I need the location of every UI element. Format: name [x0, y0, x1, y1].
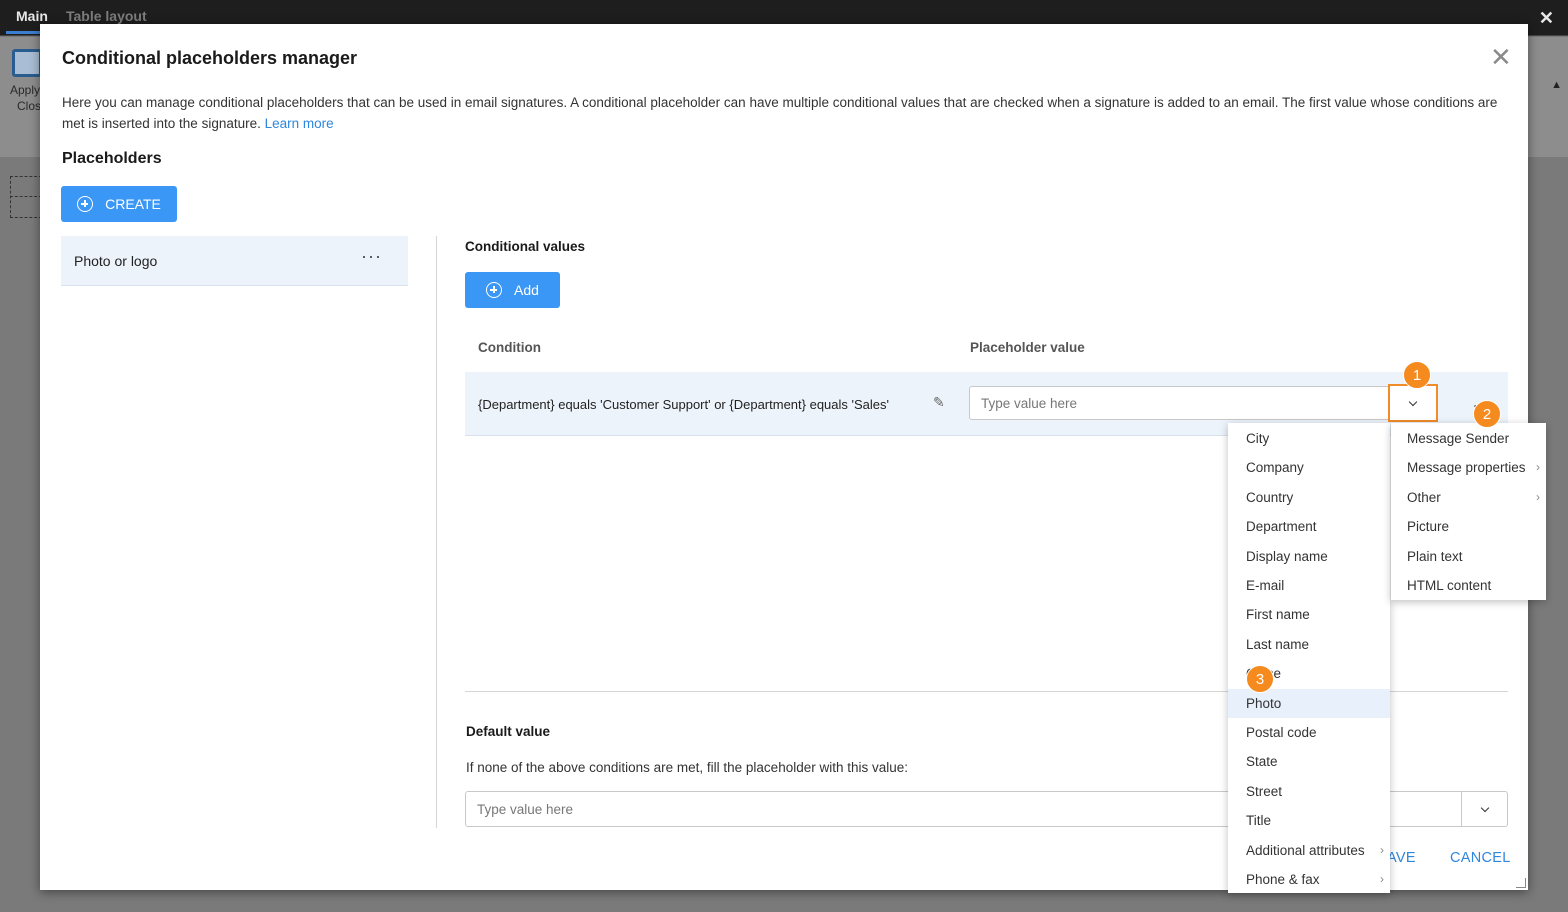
menu-item-department[interactable]: Department — [1228, 512, 1390, 541]
categories-menu: Message Sender Message properties › Other › P… — [1391, 423, 1546, 600]
close-icon[interactable]: ✕ — [1490, 44, 1512, 70]
cancel-button[interactable]: CANCEL — [1450, 850, 1511, 866]
menu-item-label: First name — [1246, 607, 1310, 623]
menu-item-label: Street — [1246, 783, 1283, 799]
menu-item-label: Message Sender — [1407, 431, 1510, 446]
app-placeholder-divider — [10, 196, 42, 197]
condition-text: {Department} equals 'Customer Support' o… — [478, 397, 889, 412]
app-close-icon[interactable]: ✕ — [1539, 8, 1554, 29]
menu-item-state[interactable]: State — [1228, 747, 1390, 776]
menu-item-label: Title — [1246, 813, 1272, 829]
menu-item-other[interactable]: Other › — [1391, 483, 1546, 512]
tab-table-layout[interactable]: Table layout — [66, 8, 147, 24]
menu-item-city[interactable]: City — [1228, 424, 1390, 453]
resize-grip-icon[interactable] — [1516, 878, 1526, 888]
menu-item-company[interactable]: Company — [1228, 453, 1390, 482]
menu-item-postal-code[interactable]: Postal code — [1228, 718, 1390, 747]
learn-more-link[interactable]: Learn more — [265, 116, 334, 131]
ribbon-apply-label: Apply — [10, 83, 41, 97]
menu-item-label: Display name — [1246, 548, 1328, 564]
menu-item-label: Department — [1246, 519, 1317, 535]
placeholders-title: Placeholders — [62, 150, 162, 167]
attributes-menu: City Company Country Department Display name… — [1228, 423, 1390, 893]
dialog-description: Here you can manage conditional placehol… — [62, 92, 1502, 134]
tab-main[interactable]: Main — [6, 8, 58, 34]
menu-item-label: E-mail — [1246, 578, 1285, 593]
menu-item-label: State — [1246, 754, 1278, 770]
app-placeholder-box — [10, 176, 42, 218]
menu-item-first-name[interactable]: First name — [1228, 600, 1390, 629]
menu-item-message-properties[interactable]: Message properties › — [1391, 453, 1546, 482]
menu-item-label: Plain text — [1407, 548, 1463, 564]
default-value-title: Default value — [466, 724, 551, 739]
value-dropdown-button[interactable] — [1388, 384, 1438, 422]
menu-item-label: Country — [1246, 489, 1294, 505]
menu-item-label: HTML content — [1407, 578, 1492, 593]
menu-item-message-sender[interactable]: Message Sender — [1391, 424, 1546, 453]
save-button[interactable]: AVE — [1387, 850, 1416, 866]
menu-item-picture[interactable]: Picture — [1391, 512, 1546, 541]
add-label: Add — [514, 282, 539, 298]
menu-item-last-name[interactable]: Last name — [1228, 630, 1390, 659]
step-badge-1: 1 — [1403, 361, 1431, 389]
more-options-icon[interactable]: ··· — [361, 246, 382, 267]
step-badge-2: 2 — [1473, 400, 1501, 428]
chevron-right-icon: › — [1536, 460, 1540, 475]
ribbon-close-label: Clos — [17, 99, 42, 113]
dialog-title: Conditional placeholders manager — [62, 48, 358, 68]
column-header-placeholder-value: Placeholder value — [970, 340, 1085, 355]
create-label: CREATE — [105, 196, 161, 212]
default-value-dropdown-button[interactable] — [1461, 792, 1507, 826]
step-badge-3: 3 — [1246, 665, 1274, 693]
menu-item-label: Other — [1407, 489, 1441, 505]
menu-item-plain-text[interactable]: Plain text — [1391, 542, 1546, 571]
create-button[interactable]: CREATE — [61, 186, 177, 222]
scroll-up-icon[interactable]: ▲ — [1551, 79, 1562, 91]
save-icon[interactable] — [12, 49, 42, 77]
placeholder-list-item[interactable]: Photo or logo ··· — [61, 236, 408, 286]
menu-item-html-content[interactable]: HTML content — [1391, 571, 1546, 600]
pencil-icon[interactable]: ✎ — [933, 394, 945, 411]
chevron-right-icon: › — [1380, 872, 1384, 886]
chevron-down-icon — [1408, 397, 1418, 406]
menu-item-additional-attributes[interactable]: Additional attributes › — [1228, 836, 1390, 865]
menu-item-title[interactable]: Title — [1228, 806, 1390, 835]
plus-circle-icon — [486, 282, 503, 298]
chevron-down-icon — [1480, 803, 1489, 812]
menu-item-label: Picture — [1407, 519, 1450, 535]
menu-item-e-mail[interactable]: E-mail — [1228, 571, 1390, 600]
default-value-description: If none of the above conditions are met,… — [466, 760, 909, 775]
placeholder-value-input[interactable] — [969, 386, 1437, 420]
menu-item-country[interactable]: Country — [1228, 483, 1390, 512]
menu-item-photo[interactable]: Photo — [1228, 688, 1390, 718]
menu-item-display-name[interactable]: Display name — [1228, 542, 1390, 571]
chevron-right-icon: › — [1380, 842, 1384, 857]
menu-item-label: City — [1246, 431, 1270, 446]
menu-item-label: Postal code — [1246, 725, 1317, 740]
menu-item-label: Company — [1246, 460, 1304, 476]
add-button[interactable]: Add — [465, 272, 560, 308]
plus-circle-icon — [77, 196, 94, 212]
menu-item-label: Message properties — [1407, 460, 1526, 476]
column-header-condition: Condition — [478, 340, 541, 355]
conditional-values-title: Conditional values — [465, 239, 586, 254]
menu-item-label: Additional attributes — [1246, 842, 1365, 858]
chevron-right-icon: › — [1536, 489, 1540, 504]
panel-divider — [436, 236, 437, 828]
menu-item-label: Phone & fax — [1246, 872, 1320, 887]
menu-item-label: Photo — [1246, 695, 1282, 711]
menu-item-label: Last name — [1246, 636, 1310, 652]
menu-item-street[interactable]: Street — [1228, 777, 1390, 806]
menu-item-phone-fax[interactable]: Phone & fax › — [1228, 865, 1390, 894]
placeholder-label: Photo or logo — [74, 253, 158, 269]
